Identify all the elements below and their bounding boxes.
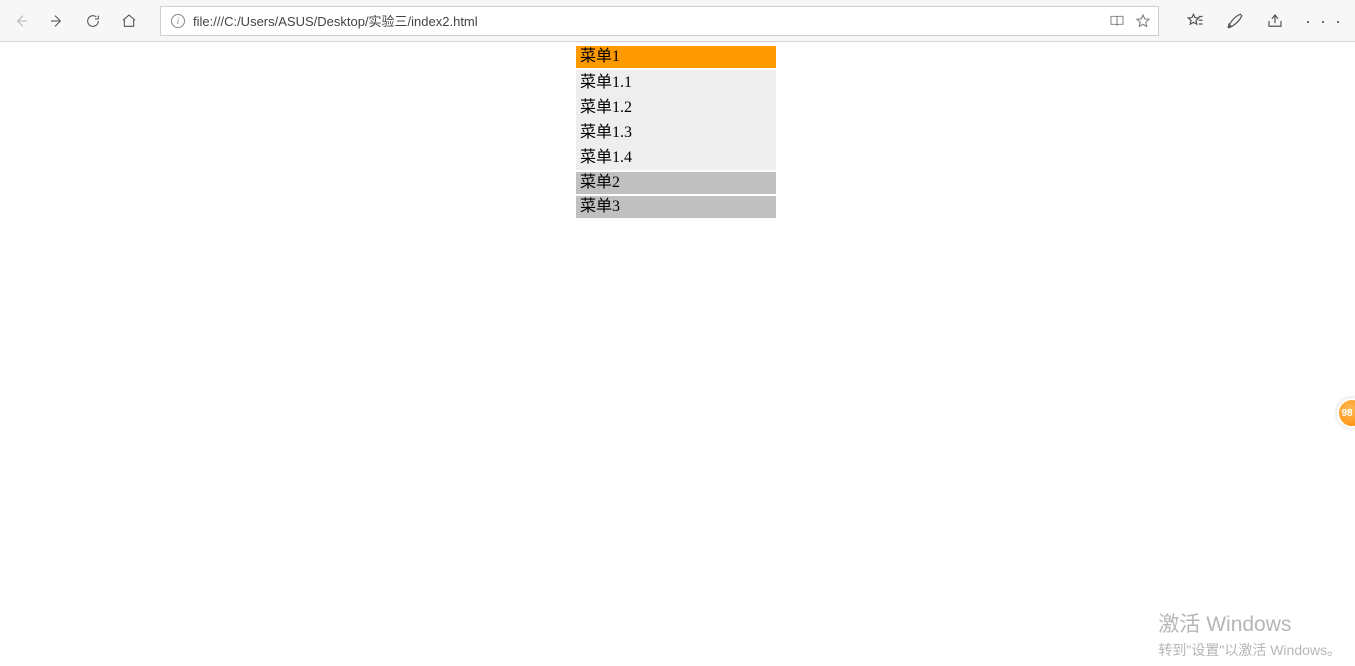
reading-view-button[interactable] [1108,12,1126,30]
submenu-item[interactable]: 菜单1.4 [576,145,776,170]
submenu-item-label: 菜单1.2 [580,99,632,116]
home-button[interactable] [118,10,140,32]
favorites-list-button[interactable] [1185,11,1205,31]
submenu-item-label: 菜单1.3 [580,124,632,141]
submenu-item[interactable]: 菜单1.2 [576,95,776,120]
forward-button[interactable] [46,10,68,32]
favorite-button[interactable] [1134,12,1152,30]
watermark-title: 激活 Windows [1158,608,1341,638]
floating-badge-text: 98 [1341,408,1352,419]
pen-icon [1226,12,1244,30]
share-button[interactable] [1265,11,1285,31]
watermark-subtitle: 转到"设置"以激活 Windows。 [1158,640,1341,660]
arrow-left-icon [13,13,29,29]
page-content: 菜单1 菜单1.1 菜单1.2 菜单1.3 菜单1.4 菜单2 菜单3 [0,42,1355,46]
refresh-icon [85,13,101,29]
menu-header-label: 菜单3 [580,198,620,215]
book-icon [1109,13,1125,29]
more-icon: · · · [1305,11,1343,31]
menu-header-2[interactable]: 菜单2 [576,172,776,194]
home-icon [121,13,137,29]
share-icon [1266,12,1284,30]
submenu-item[interactable]: 菜单1.3 [576,120,776,145]
floating-badge[interactable]: 98 [1337,398,1355,428]
menu-header-label: 菜单1 [580,48,620,65]
menu-header-label: 菜单2 [580,174,620,191]
windows-activation-watermark: 激活 Windows 转到"设置"以激活 Windows。 [1158,608,1341,660]
more-button[interactable]: · · · [1305,12,1343,30]
accordion-menu: 菜单1 菜单1.1 菜单1.2 菜单1.3 菜单1.4 菜单2 菜单3 [576,46,776,218]
arrow-right-icon [49,13,65,29]
notes-button[interactable] [1225,11,1245,31]
submenu-1: 菜单1.1 菜单1.2 菜单1.3 菜单1.4 [576,70,776,170]
menu-header-1[interactable]: 菜单1 [576,46,776,68]
back-button[interactable] [10,10,32,32]
star-list-icon [1186,12,1204,30]
browser-toolbar: i file:///C:/Users/ASUS/Desktop/实验三/inde… [0,0,1355,42]
submenu-item[interactable]: 菜单1.1 [576,70,776,95]
submenu-item-label: 菜单1.4 [580,149,632,166]
toolbar-right: · · · [1185,11,1349,31]
menu-header-3[interactable]: 菜单3 [576,196,776,218]
refresh-button[interactable] [82,10,104,32]
address-bar[interactable]: i file:///C:/Users/ASUS/Desktop/实验三/inde… [160,6,1159,36]
address-url: file:///C:/Users/ASUS/Desktop/实验三/index2… [193,11,1100,30]
site-info-icon[interactable]: i [171,14,185,28]
submenu-item-label: 菜单1.1 [580,74,632,91]
star-icon [1135,13,1151,29]
